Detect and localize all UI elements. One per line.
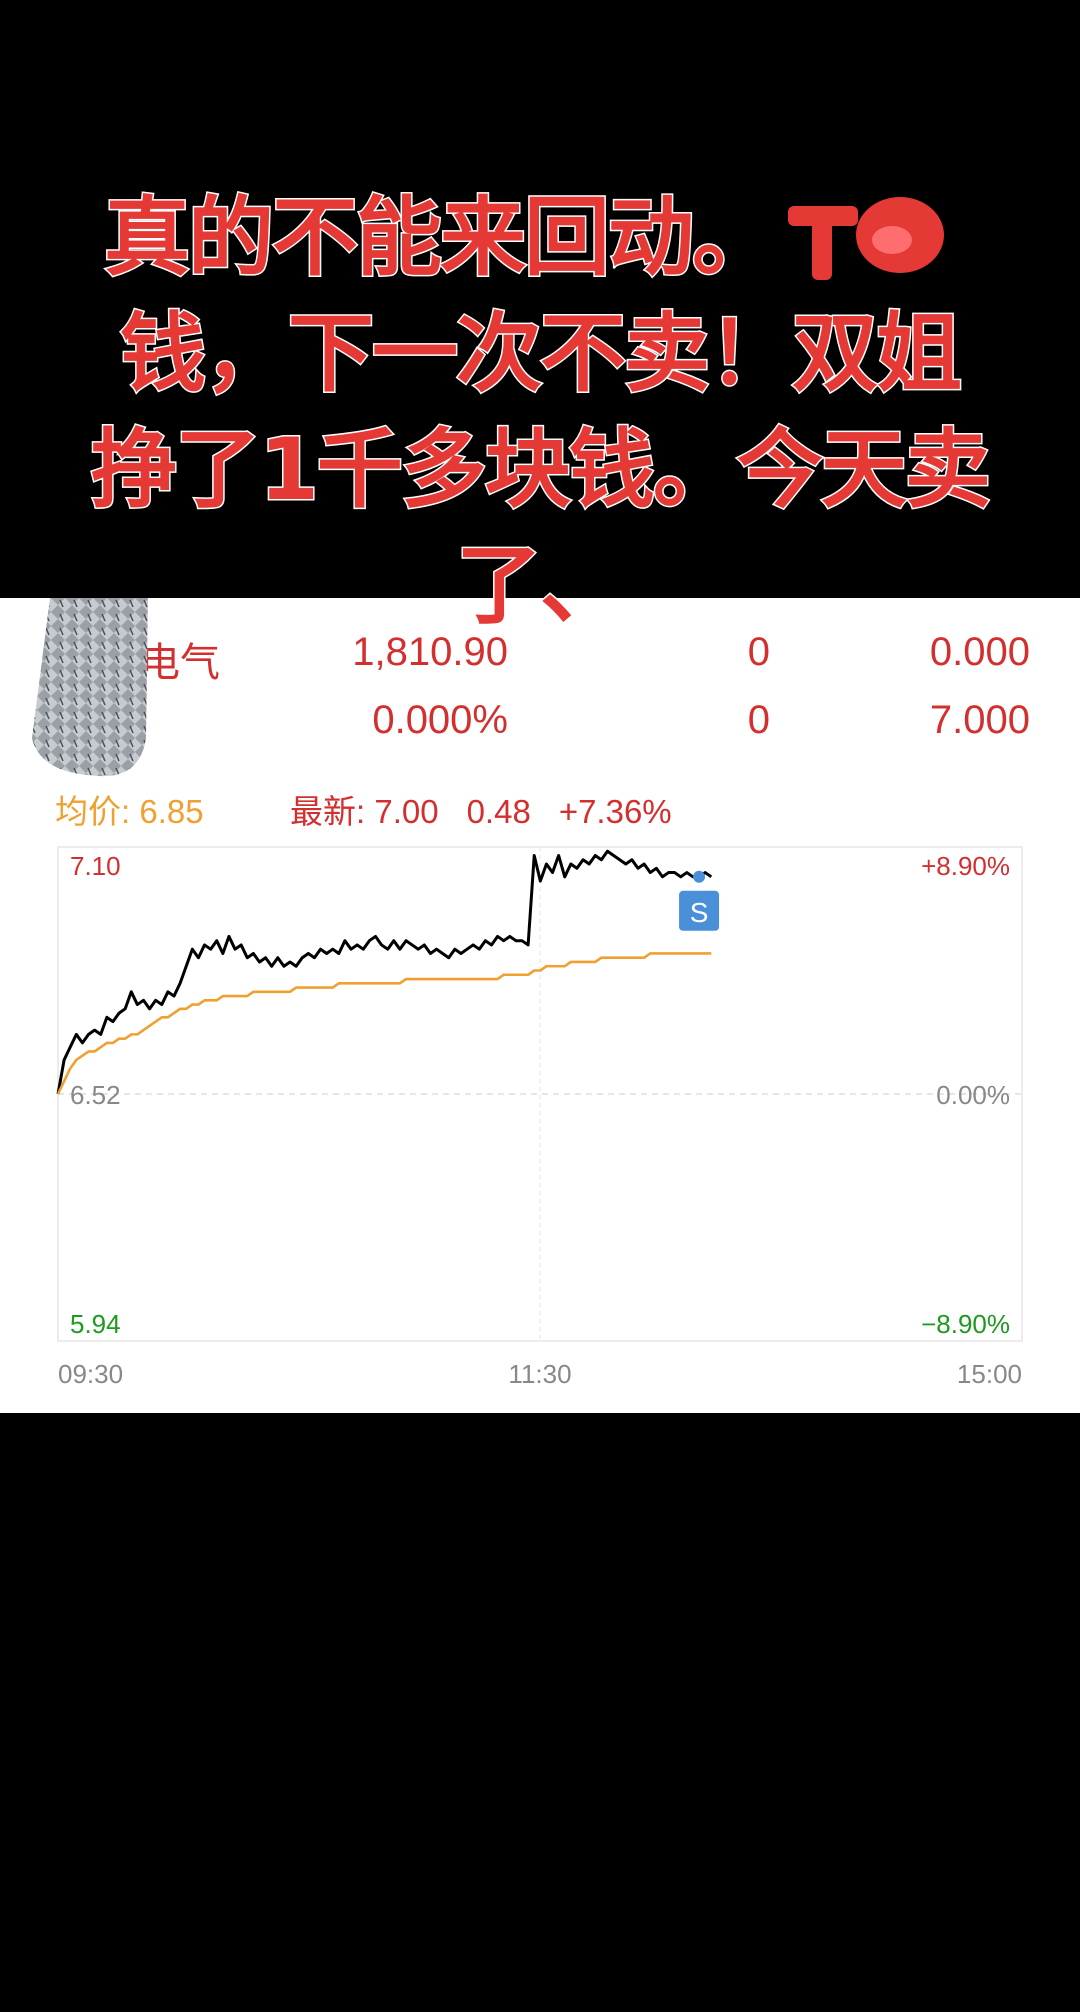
y-label-right: +8.90% bbox=[921, 851, 1010, 881]
redaction-scribble bbox=[788, 197, 944, 280]
caption-line-2: 钱，下一次不卖！双姐 bbox=[119, 303, 964, 406]
caption-line-3: 挣了1千多块钱。今天卖 bbox=[90, 419, 993, 522]
average-price: 均价: 6.85 bbox=[55, 793, 204, 830]
emoji-row: 😄 😄 😄 😄 😄 bbox=[0, 1520, 1080, 1670]
price-change: 0.48 bbox=[466, 793, 531, 830]
row2-col3: 7.000 bbox=[929, 698, 1030, 742]
y-label-left: 7.10 bbox=[70, 851, 121, 881]
sell-marker-label: S bbox=[690, 897, 709, 928]
caption-line-4: 了、 bbox=[455, 535, 628, 638]
row2-col1: 0.000% bbox=[372, 698, 508, 742]
grinning-face-icon: 😄 bbox=[470, 1520, 610, 1669]
y-label-left: 5.94 bbox=[70, 1309, 121, 1339]
y-label-left: 6.52 bbox=[70, 1080, 121, 1110]
average-price-line bbox=[56, 952, 712, 1095]
grinning-face-icon: 😄 bbox=[312, 1520, 452, 1669]
quote-row-2: 0.000% 0 7.000 bbox=[0, 698, 1080, 758]
grinning-face-icon: 😄 bbox=[154, 1520, 294, 1669]
row2-col2: 0 bbox=[747, 698, 770, 742]
y-label-right: 0.00% bbox=[936, 1080, 1010, 1110]
intraday-chart: S 7.10 6.52 5.94 +8.90% 0.00% −8.90% 09:30 11:30… bbox=[56, 846, 1023, 1389]
latest-price: 最新: 7.00 bbox=[290, 793, 439, 830]
price-change-pct: +7.36% bbox=[558, 793, 672, 830]
sell-point-dot bbox=[693, 870, 706, 883]
latest-quote: 最新: 7.00 0.48 +7.36% bbox=[290, 785, 700, 833]
grinning-face-icon: 😄 bbox=[786, 1520, 926, 1669]
grinning-face-icon: 😄 bbox=[628, 1520, 768, 1669]
x-tick-label: 11:30 bbox=[508, 1359, 571, 1389]
price-line bbox=[56, 849, 713, 1095]
y-label-right: −8.90% bbox=[921, 1309, 1010, 1339]
x-tick-label: 09:30 bbox=[58, 1359, 123, 1389]
x-tick-label: 15:00 bbox=[957, 1359, 1022, 1389]
